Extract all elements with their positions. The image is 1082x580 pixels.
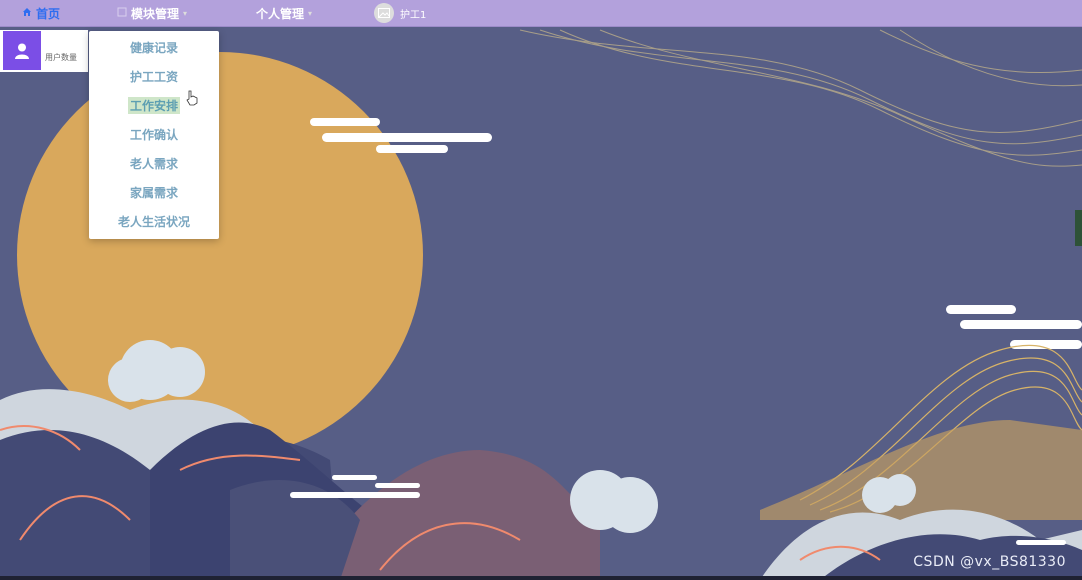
nav-home-label: 首页: [36, 6, 61, 21]
hand-cursor-icon: [186, 90, 198, 106]
module-dropdown-menu: 健康记录 护工工资 工作安排 工作确认 老人需求 家属需求 老人生活状况: [89, 31, 219, 239]
menu-item-health-record[interactable]: 健康记录: [89, 33, 219, 62]
menu-item-work-confirm[interactable]: 工作确认: [89, 120, 219, 149]
menu-item-label: 工作确认: [129, 128, 178, 142]
home-icon: [22, 6, 32, 20]
nav-personal-management[interactable]: 个人管理 ▾: [256, 0, 312, 26]
menu-item-caregiver-salary[interactable]: 护工工资: [89, 62, 219, 91]
chevron-down-icon: ▾: [183, 8, 188, 18]
menu-item-label: 健康记录: [129, 41, 178, 55]
menu-item-label: 工作安排: [127, 97, 180, 114]
menu-item-label: 家属需求: [129, 186, 178, 200]
avatar: [374, 3, 394, 23]
menu-item-elderly-needs[interactable]: 老人需求: [89, 149, 219, 178]
menu-item-elderly-living-status[interactable]: 老人生活状况: [89, 207, 219, 236]
menu-item-label: 护工工资: [129, 70, 178, 84]
top-nav-bar: 首页 模块管理 ▾ 个人管理 ▾ 护工1: [0, 0, 1082, 27]
nav-home[interactable]: 首页: [22, 0, 60, 26]
menu-item-label: 老人需求: [129, 157, 178, 171]
nav-module-management[interactable]: 模块管理 ▾: [117, 0, 187, 26]
nav-personal-label: 个人管理: [256, 6, 305, 21]
chevron-down-icon: ▾: [308, 8, 313, 18]
scrollbar-thumb[interactable]: [1075, 210, 1082, 246]
nav-user-profile[interactable]: 护工1: [374, 0, 426, 26]
watermark-text: CSDN @vx_BS81330: [913, 554, 1066, 570]
menu-item-family-needs[interactable]: 家属需求: [89, 178, 219, 207]
nav-user-label: 护工1: [400, 9, 427, 21]
nav-module-label: 模块管理: [131, 6, 180, 21]
user-count-label: 用户数量: [45, 53, 77, 62]
menu-item-work-schedule[interactable]: 工作安排: [89, 91, 219, 120]
user-count-card: 用户数量: [0, 30, 88, 72]
user-icon: [3, 31, 41, 70]
menu-item-label: 老人生活状况: [117, 215, 190, 229]
image-icon: [378, 8, 390, 18]
module-icon: [117, 6, 127, 20]
